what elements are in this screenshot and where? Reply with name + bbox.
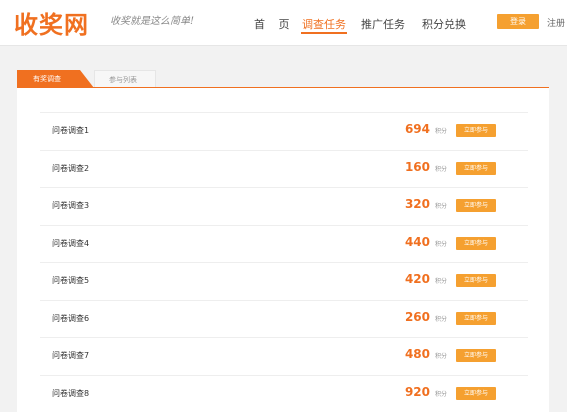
survey-title[interactable]: 问卷调查2	[52, 163, 89, 174]
survey-row: 问卷调查4 440 积分 立即参与	[40, 224, 528, 263]
nav-survey-tasks[interactable]: 调查任务	[302, 16, 346, 32]
survey-title[interactable]: 问卷调查3	[52, 200, 89, 211]
survey-row: 问卷调查6 260 积分 立即参与	[40, 299, 528, 338]
site-slogan: 收奖就是这么简单!	[110, 16, 195, 27]
survey-points-unit: 积分	[435, 315, 448, 323]
tab-active-arrow	[80, 70, 94, 88]
survey-row: 问卷调查1 694 积分 立即参与	[40, 112, 528, 150]
nav-promo-tasks[interactable]: 推广任务	[361, 16, 405, 32]
join-survey-button[interactable]: 立即参与	[456, 311, 496, 325]
survey-title[interactable]: 问卷调查7	[52, 350, 89, 361]
survey-points-unit: 积分	[435, 278, 448, 285]
survey-title[interactable]: 问卷调查5	[52, 275, 89, 286]
survey-points: 420	[404, 272, 430, 286]
tab-participation-list[interactable]: 参与列表	[94, 70, 156, 88]
survey-points-unit: 积分	[435, 128, 448, 135]
survey-points-unit: 积分	[435, 240, 448, 248]
survey-points-unit: 积分	[435, 165, 448, 173]
survey-points: 320	[404, 197, 430, 211]
survey-row: 问卷调查2 160 积分 立即参与	[40, 149, 528, 188]
survey-points: 480	[404, 347, 430, 361]
survey-points: 440	[404, 234, 430, 249]
survey-row: 问卷调查7 480 积分 立即参与	[40, 337, 528, 375]
survey-row: 问卷调查5 420 积分 立即参与	[40, 262, 528, 300]
survey-points-unit: 积分	[435, 203, 448, 210]
survey-title[interactable]: 问卷调查6	[52, 313, 89, 324]
survey-points: 694	[404, 122, 430, 136]
join-survey-button[interactable]: 立即参与	[456, 386, 496, 400]
join-survey-button[interactable]: 立即参与	[456, 199, 496, 212]
survey-points-unit: 积分	[435, 390, 448, 398]
register-link[interactable]: 注册	[547, 16, 565, 29]
join-survey-button[interactable]: 立即参与	[456, 124, 496, 137]
site-logo[interactable]: 收奖网	[14, 5, 89, 40]
survey-points-unit: 积分	[435, 353, 448, 360]
nav-points-exchange[interactable]: 积分兑换	[422, 16, 466, 32]
survey-title[interactable]: 问卷调查1	[52, 125, 89, 136]
survey-points: 260	[404, 309, 430, 324]
nav-home[interactable]: 首 页	[254, 16, 295, 32]
join-survey-button[interactable]: 立即参与	[456, 236, 496, 250]
survey-title[interactable]: 问卷调查8	[52, 388, 89, 399]
tab-prize-survey[interactable]: 有奖调查	[17, 70, 80, 88]
login-button[interactable]: 登录	[497, 14, 539, 29]
nav-active-underline	[301, 32, 347, 34]
join-survey-button[interactable]: 立即参与	[456, 349, 496, 362]
survey-row: 问卷调查3 320 积分 立即参与	[40, 187, 528, 225]
site-header: 收奖网 收奖就是这么简单! 首 页 调查任务 推广任务 积分兑换 登录 注册	[0, 0, 567, 46]
survey-points: 920	[404, 384, 430, 399]
survey-title[interactable]: 问卷调查4	[52, 238, 89, 249]
survey-points: 160	[404, 159, 430, 174]
join-survey-button[interactable]: 立即参与	[456, 274, 496, 287]
survey-row: 问卷调查8 920 积分 立即参与	[40, 374, 528, 412]
join-survey-button[interactable]: 立即参与	[456, 161, 496, 175]
